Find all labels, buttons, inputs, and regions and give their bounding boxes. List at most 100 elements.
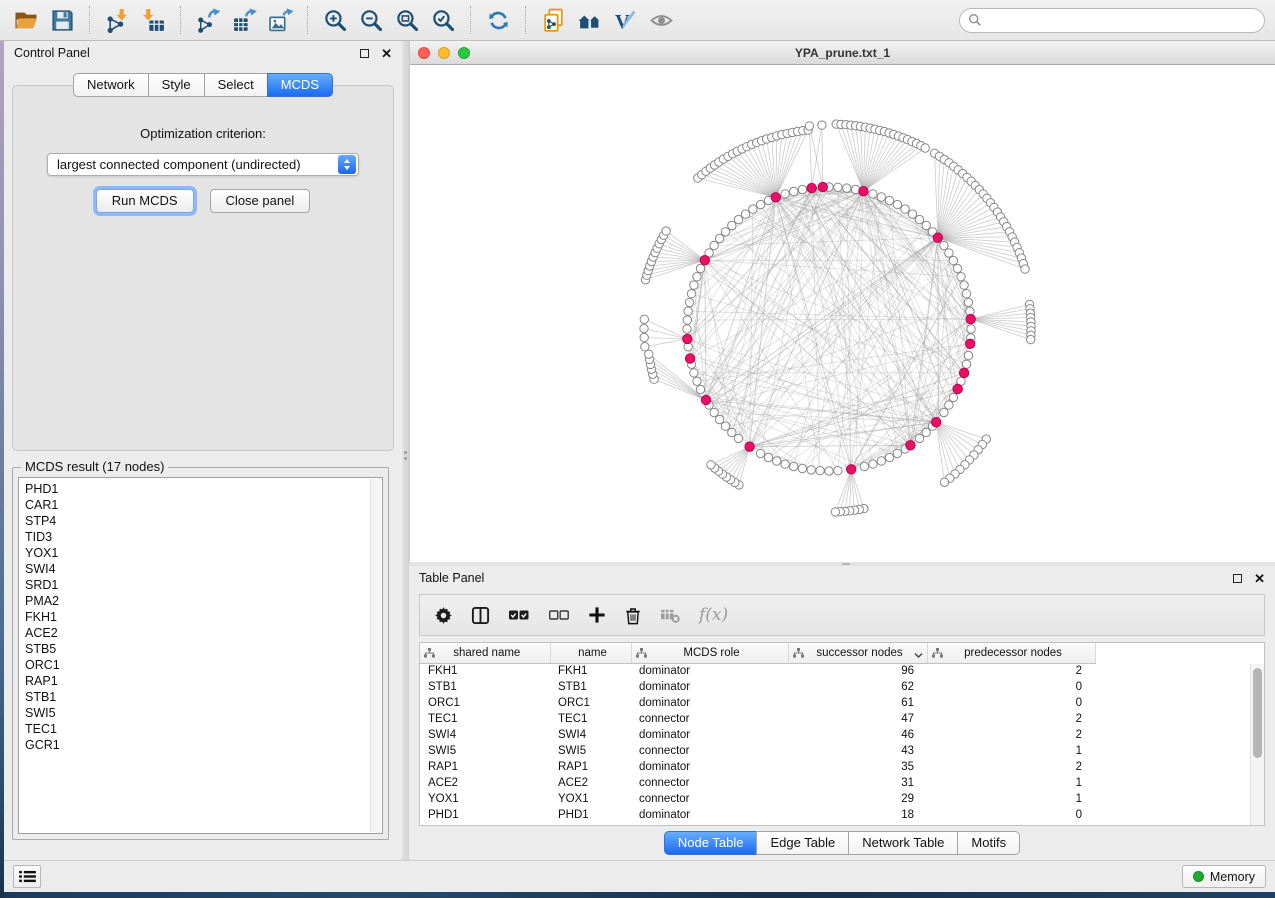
open-file-button[interactable] [8,4,44,36]
mcds-result-item[interactable]: ACE2 [19,625,382,641]
task-history-button[interactable] [13,865,41,888]
column-header-name[interactable]: name [550,643,631,663]
list-scrollbar[interactable] [370,479,381,832]
duplicate-network-button[interactable] [535,4,571,36]
save-session-button[interactable] [44,4,80,36]
table-row[interactable]: FKH1FKH1dominator962 [420,663,1095,679]
mcds-result-item[interactable]: PHD1 [19,481,382,497]
table-cell: 0 [927,807,1095,823]
mcds-result-item[interactable]: STB1 [19,689,382,705]
zoom-in-button[interactable] [317,4,353,36]
mcds-result-item[interactable]: TEC1 [19,721,382,737]
table-row[interactable]: STB1STB1dominator620 [420,679,1095,695]
close-window-icon[interactable] [418,47,430,59]
tab-select[interactable]: Select [204,73,268,97]
tab-network-table[interactable]: Network Table [848,831,958,855]
table-cell: 1 [927,775,1095,791]
deselect-all-button[interactable] [548,607,570,623]
add-column-button[interactable] [588,606,606,624]
toolbar-separator [180,6,181,34]
network-canvas[interactable] [410,65,1275,562]
mcds-result-item[interactable]: STP4 [19,513,382,529]
column-header-mcds-role[interactable]: MCDS role [631,643,788,663]
table-cell: dominator [631,727,788,743]
table-row[interactable]: TEC1TEC1connector472 [420,711,1095,727]
export-image-button[interactable] [262,4,298,36]
table-row[interactable]: SWI5SWI5connector431 [420,743,1095,759]
tab-edge-table[interactable]: Edge Table [756,831,849,855]
table-cell: dominator [631,695,788,711]
criterion-dropdown[interactable]: largest connected component (undirected) [47,153,359,176]
column-header-shared-name[interactable]: shared name [420,643,550,663]
close-panel-button[interactable]: Close panel [210,189,311,213]
table-row[interactable]: ORC1ORC1dominator610 [420,695,1095,711]
mcds-result-item[interactable]: RAP1 [19,673,382,689]
search-icon [968,13,982,27]
mcds-result-item[interactable]: ORC1 [19,657,382,673]
table-row[interactable]: SWI4SWI4dominator462 [420,727,1095,743]
tab-node-table[interactable]: Node Table [664,831,758,855]
scrollbar-thumb[interactable] [1253,668,1262,758]
table-settings-button[interactable] [434,606,453,625]
zoom-out-button[interactable] [353,4,389,36]
mcds-result-item[interactable]: YOX1 [19,545,382,561]
minimize-window-icon[interactable] [438,47,450,59]
search-input[interactable] [982,13,1256,27]
mcds-result-item[interactable]: PMA2 [19,593,382,609]
import-table-icon [141,8,166,33]
maximize-window-icon[interactable] [458,47,470,59]
close-panel-icon[interactable]: ✕ [1254,572,1265,585]
float-panel-icon[interactable] [1233,574,1242,583]
export-network-icon [196,8,221,33]
mcds-result-item[interactable]: TID3 [19,529,382,545]
control-panel-tabs: Network Style Select MCDS [73,73,333,97]
toolbar-separator [307,6,308,34]
mcds-result-item[interactable]: GCR1 [19,737,382,753]
close-panel-icon[interactable]: ✕ [381,47,392,60]
network-window-titlebar[interactable]: YPA_prune.txt_1 [410,41,1275,65]
ndex-browse-button[interactable] [571,4,607,36]
memory-button[interactable]: Memory [1182,865,1266,888]
refresh-view-button[interactable] [480,4,516,36]
export-network-button[interactable] [190,4,226,36]
column-header-successor-nodes[interactable]: successor nodes [788,643,927,663]
select-all-button[interactable] [508,607,530,623]
delete-table-button[interactable] [660,607,681,624]
table-row[interactable]: RAP1RAP1dominator352 [420,759,1095,775]
export-table-button[interactable] [226,4,262,36]
show-hide-graphics-button[interactable] [643,4,679,36]
tab-style[interactable]: Style [148,73,205,97]
mcds-result-item[interactable]: SWI4 [19,561,382,577]
table-row[interactable]: YOX1YOX1connector291 [420,791,1095,807]
column-visibility-button[interactable] [471,606,490,625]
delete-column-button[interactable] [624,606,642,625]
mcds-result-item[interactable]: STB5 [19,641,382,657]
tab-motifs[interactable]: Motifs [957,831,1020,855]
column-header-predecessor-nodes[interactable]: predecessor nodes [927,643,1095,663]
mcds-result-item[interactable]: FKH1 [19,609,382,625]
vizmapper-button[interactable]: V [607,4,643,36]
mcds-result-list[interactable]: PHD1CAR1STP4TID3YOX1SWI4SRD1PMA2FKH1ACE2… [18,477,383,834]
table-row[interactable]: ACE2ACE2connector311 [420,775,1095,791]
plus-icon [588,606,606,624]
tab-mcds[interactable]: MCDS [267,73,333,97]
run-mcds-button[interactable]: Run MCDS [96,189,194,213]
gear-icon [434,606,453,625]
function-builder-button[interactable]: f(x) [699,605,728,625]
import-table-button[interactable] [135,4,171,36]
import-network-button[interactable] [99,4,135,36]
tab-network[interactable]: Network [73,73,149,97]
mcds-result-item[interactable]: SWI5 [19,705,382,721]
horizontal-divider[interactable] [409,562,1275,566]
network-graph[interactable] [410,65,1275,562]
zoom-fit-button[interactable] [389,4,425,36]
search-box[interactable] [959,8,1265,33]
panel-divider[interactable] [402,41,409,860]
table-row[interactable]: PHD1PHD1dominator180 [420,807,1095,823]
mcds-result-item[interactable]: SRD1 [19,577,382,593]
zoom-selected-button[interactable] [425,4,461,36]
float-panel-icon[interactable] [360,49,369,58]
mcds-result-item[interactable]: CAR1 [19,497,382,513]
table-scrollbar[interactable] [1250,664,1264,825]
trash-icon [624,606,642,625]
